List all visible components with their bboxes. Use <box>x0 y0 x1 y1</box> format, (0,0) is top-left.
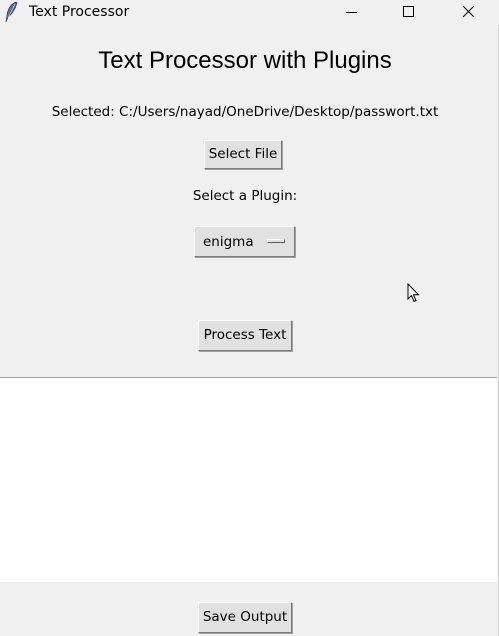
window-title: Text Processor <box>29 4 130 20</box>
minimize-button[interactable] <box>322 0 380 25</box>
minimize-icon <box>346 12 357 13</box>
close-icon <box>462 5 475 18</box>
select-file-button[interactable]: Select File <box>204 140 282 169</box>
app-window: Text Processor Text Processor with Plugi… <box>0 0 499 636</box>
close-button[interactable] <box>439 0 497 25</box>
dropdown-indicator-icon <box>267 239 285 243</box>
maximize-icon <box>403 6 414 17</box>
selected-file-label: Selected: C:/Users/nayad/OneDrive/Deskto… <box>51 104 439 120</box>
process-text-button[interactable]: Process Text <box>198 320 292 351</box>
maximize-button[interactable] <box>380 0 438 25</box>
title-bar[interactable]: Text Processor <box>0 0 499 25</box>
feather-icon <box>4 1 20 23</box>
plugin-selected-value: enigma <box>203 234 254 250</box>
save-output-button[interactable]: Save Output <box>198 602 292 633</box>
plugin-label: Select a Plugin: <box>192 188 298 204</box>
page-title: Text Processor with Plugins <box>98 47 392 74</box>
plugin-dropdown[interactable]: enigma <box>194 226 295 257</box>
output-textbox[interactable] <box>0 377 497 582</box>
mouse-cursor-icon <box>407 282 421 304</box>
